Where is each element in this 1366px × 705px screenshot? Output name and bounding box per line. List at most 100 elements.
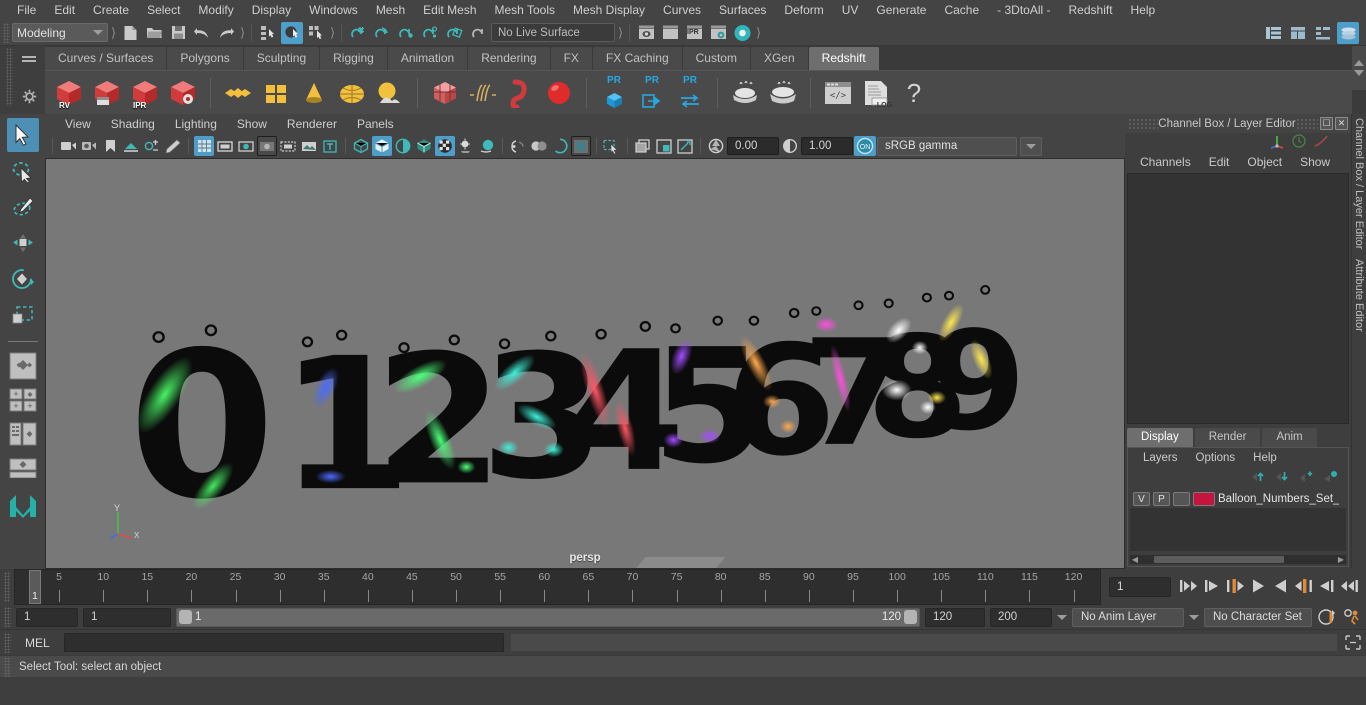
show-channel-box-icon[interactable] xyxy=(1312,22,1334,44)
range-slider-right-handle-group[interactable]: 120 xyxy=(882,610,917,624)
layer-name[interactable]: Balloon_Numbers_Set_ xyxy=(1218,493,1339,505)
viewport-menu-shading[interactable]: Shading xyxy=(101,115,165,134)
ambient-occlusion-icon[interactable] xyxy=(477,136,497,156)
shelf-tab-sculpting[interactable]: Sculpting xyxy=(243,47,321,70)
select-tool[interactable] xyxy=(6,118,39,152)
status-line-grip[interactable] xyxy=(3,22,10,43)
side-tab-attribute-editor[interactable]: Attribute Editor xyxy=(1353,259,1365,332)
redshift-material-button[interactable] xyxy=(220,74,256,112)
use-all-lights-icon[interactable] xyxy=(435,136,455,156)
menu-edit-mesh[interactable]: Edit Mesh xyxy=(414,1,485,20)
layer-list[interactable]: V P Balloon_Numbers_Set_ xyxy=(1130,490,1346,551)
script-editor-icon[interactable] xyxy=(1344,634,1362,652)
side-tab-channel-box[interactable]: Channel Box / Layer Editor xyxy=(1353,118,1365,249)
current-frame-field[interactable]: 1 xyxy=(1109,577,1171,597)
menu-deform[interactable]: Deform xyxy=(775,1,832,20)
select-by-hierarchy-icon[interactable] xyxy=(257,22,279,44)
grease-pencil-icon[interactable] xyxy=(163,136,183,156)
menu-mesh-display[interactable]: Mesh Display xyxy=(564,1,654,20)
channel-menu-channels[interactable]: Channels xyxy=(1131,153,1200,171)
two-d-pan-zoom-icon[interactable] xyxy=(142,136,162,156)
show-layer-editor-icon[interactable] xyxy=(1337,21,1359,44)
command-line-grip[interactable] xyxy=(4,632,11,653)
anim-layer-arrow-icon[interactable] xyxy=(1189,614,1199,620)
live-surface-field[interactable]: No Live Surface xyxy=(491,23,615,42)
time-slider-playhead[interactable]: 1 xyxy=(29,570,41,604)
tab-render-layers[interactable]: Render xyxy=(1194,428,1261,447)
show-attribute-editor-icon[interactable] xyxy=(1262,22,1284,44)
ipr-render-icon[interactable]: IPR xyxy=(683,22,705,44)
shelf-tab-animation[interactable]: Animation xyxy=(387,47,469,70)
grid-toggle-icon[interactable] xyxy=(194,136,214,156)
layer-menu-layers[interactable]: Layers xyxy=(1134,450,1187,466)
anim-end-field[interactable]: 200 xyxy=(990,607,1052,627)
redshift-cone-light-button[interactable] xyxy=(296,74,332,112)
redshift-hair-button[interactable] xyxy=(465,74,501,112)
save-scene-icon[interactable] xyxy=(167,22,189,44)
layer-menu-help[interactable]: Help xyxy=(1244,450,1286,466)
snap-to-curve-icon[interactable] xyxy=(371,22,393,44)
select-by-object-icon[interactable] xyxy=(281,21,303,44)
lasso-select-tool[interactable] xyxy=(7,154,39,188)
shelf-tab-fx-caching[interactable]: FX Caching xyxy=(592,47,683,70)
layer-playback-toggle[interactable]: P xyxy=(1153,492,1170,506)
command-language-label[interactable]: MEL xyxy=(17,636,58,650)
gamma-icon[interactable] xyxy=(780,136,800,156)
manipulator-axis-icon[interactable] xyxy=(1269,133,1285,152)
layer-list-horizontal-scrollbar[interactable]: ◀ ▶ xyxy=(1130,555,1346,564)
shelf-menu-icon[interactable] xyxy=(22,56,36,58)
scroll-left-arrow-icon[interactable]: ◀ xyxy=(1130,555,1140,564)
menu-file[interactable]: File xyxy=(8,1,45,20)
shade-wireframe-icon[interactable] xyxy=(393,136,413,156)
panel-grip-right[interactable] xyxy=(1296,117,1318,130)
channel-box-list[interactable] xyxy=(1127,173,1349,424)
film-gate-mask-icon[interactable] xyxy=(278,136,298,156)
viewport-menu-panels[interactable]: Panels xyxy=(347,115,404,134)
textured-shade-icon[interactable] xyxy=(414,136,434,156)
time-slider[interactable]: 1 5 10 15 20 25 30 35 40 45 50 55 60 65 70 75 80 85 90 95 1… xyxy=(14,569,1101,605)
color-management-select[interactable]: sRGB gamma xyxy=(877,136,1017,156)
screen-space-ao-icon[interactable] xyxy=(550,136,570,156)
menu-curves[interactable]: Curves xyxy=(654,1,710,20)
redshift-render-view-icon[interactable] xyxy=(731,22,753,44)
curve-icon[interactable] xyxy=(1313,133,1329,152)
viewport-menu-renderer[interactable]: Renderer xyxy=(277,115,347,134)
redshift-render-settings-button[interactable] xyxy=(165,74,201,112)
undo-icon[interactable] xyxy=(191,22,213,44)
snapshot-icon[interactable] xyxy=(633,136,653,156)
range-slider-left-handle[interactable] xyxy=(179,610,192,624)
redo-icon[interactable] xyxy=(215,22,237,44)
viewport-menu-show[interactable]: Show xyxy=(227,115,277,134)
help-line-grip[interactable] xyxy=(4,656,11,677)
create-new-layer-icon[interactable] xyxy=(1299,470,1314,486)
play-forwards-icon[interactable] xyxy=(1272,578,1289,597)
snap-to-point-icon[interactable] xyxy=(395,22,417,44)
layer-color-swatch[interactable] xyxy=(1193,492,1215,506)
shelf-tab-redshift[interactable]: Redshift xyxy=(808,47,880,70)
step-back-keyframe-icon[interactable] xyxy=(1204,578,1221,597)
motion-blur-icon[interactable] xyxy=(508,136,528,156)
redshift-bake-button[interactable] xyxy=(727,74,763,112)
exposure-icon[interactable] xyxy=(706,136,726,156)
redshift-sphere-button[interactable] xyxy=(541,74,577,112)
layer-shading-toggle[interactable] xyxy=(1173,492,1190,506)
scale-tool[interactable] xyxy=(7,298,39,332)
make-live-icon[interactable] xyxy=(467,22,489,44)
anim-layer-dropdown[interactable]: No Anim Layer xyxy=(1072,607,1184,627)
animation-preferences-icon[interactable] xyxy=(1342,608,1362,626)
viewport-menu-view[interactable]: View xyxy=(55,115,101,134)
menu-create[interactable]: Create xyxy=(84,1,138,20)
character-set-dropdown[interactable]: No Character Set xyxy=(1204,607,1312,627)
redshift-render-sequence-button[interactable] xyxy=(89,74,125,112)
bookmark-icon[interactable] xyxy=(100,136,120,156)
tab-anim-layers[interactable]: Anim xyxy=(1262,428,1317,447)
viewport-background-icon[interactable] xyxy=(571,136,591,156)
smooth-shade-icon[interactable] xyxy=(372,136,392,156)
step-forward-keyframe-icon[interactable] xyxy=(1318,578,1335,597)
multisample-icon[interactable] xyxy=(529,136,549,156)
menu-edit[interactable]: Edit xyxy=(45,1,84,20)
step-back-frame-icon[interactable] xyxy=(1226,578,1245,597)
range-slider[interactable]: 1 120 xyxy=(176,607,920,627)
menu-select[interactable]: Select xyxy=(138,1,189,20)
outliner-persp-layout[interactable] xyxy=(7,418,39,450)
